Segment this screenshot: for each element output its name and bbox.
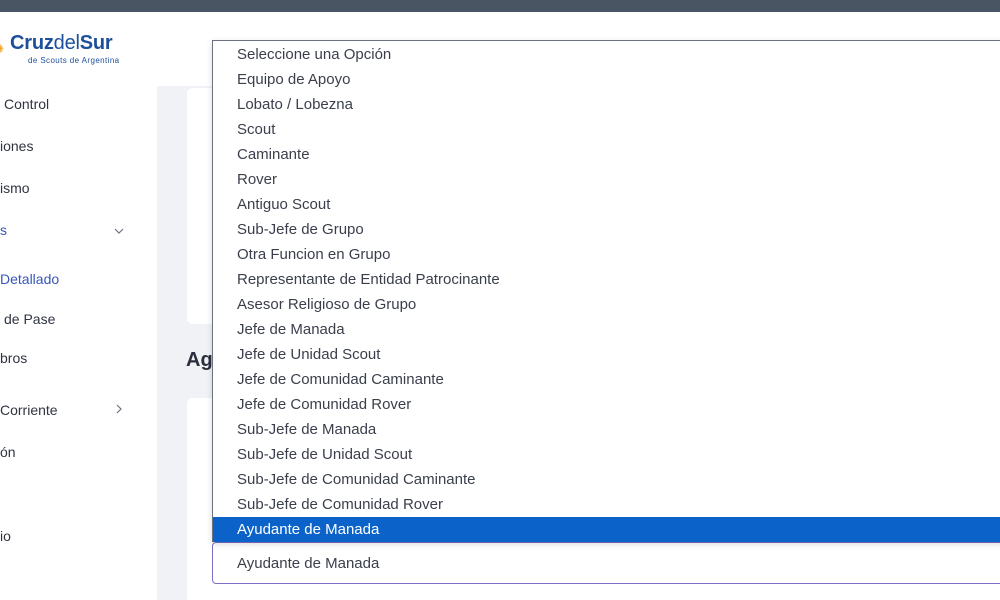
dropdown-option[interactable]: Sub-Jefe de Grupo	[213, 217, 1000, 242]
logo-tagline: de Scouts de Argentina	[28, 56, 120, 65]
dropdown-option[interactable]: Sub-Jefe de Unidad Scout	[213, 442, 1000, 467]
dropdown-option[interactable]: Ayudante de Manada	[213, 517, 1000, 542]
dropdown-option[interactable]: Otra Funcion en Grupo	[213, 242, 1000, 267]
sidebar-subitem-bros[interactable]: bros	[0, 350, 27, 366]
funcion-select[interactable]: Ayudante de Manada	[212, 542, 1000, 584]
dropdown-option[interactable]: Asesor Religioso de Grupo	[213, 292, 1000, 317]
top-bar	[0, 0, 1000, 12]
section-title: Ag	[186, 349, 213, 371]
dropdown-option[interactable]: Jefe de Manada	[213, 317, 1000, 342]
sidebar-item-ismo[interactable]: ismo	[0, 180, 30, 196]
sidebar-item-corriente[interactable]: Corriente	[0, 402, 58, 418]
dropdown-option[interactable]: Representante de Entidad Patrocinante	[213, 267, 1000, 292]
dropdown-option[interactable]: Jefe de Unidad Scout	[213, 342, 1000, 367]
sidebar-item-control[interactable]: Control	[4, 96, 49, 112]
dropdown-option[interactable]: Jefe de Comunidad Caminante	[213, 367, 1000, 392]
funcion-dropdown-list[interactable]: Seleccione una Opción Equipo de Apoyo Loba…	[212, 40, 1000, 542]
dropdown-option[interactable]: Lobato / Lobezna	[213, 92, 1000, 117]
sidebar-item-iones[interactable]: iones	[0, 138, 33, 154]
dropdown-option[interactable]: Equipo de Apoyo	[213, 67, 1000, 92]
dropdown-option[interactable]: Scout	[213, 117, 1000, 142]
sidebar-subitem-detallado[interactable]: Detallado	[0, 271, 59, 287]
brand-logo[interactable]: ✺ CruzdelSur de Scouts de Argentina	[0, 30, 157, 70]
sidebar-subitem-pase[interactable]: de Pase	[4, 311, 55, 327]
star-icon: ✺	[0, 43, 4, 55]
chevron-down-icon[interactable]	[114, 226, 124, 236]
dropdown-option[interactable]: Antiguo Scout	[213, 192, 1000, 217]
sidebar: ✺ CruzdelSur de Scouts de Argentina Cont…	[0, 12, 157, 600]
sidebar-item-on[interactable]: ón	[0, 444, 16, 460]
dropdown-option[interactable]: Rover	[213, 167, 1000, 192]
dropdown-option[interactable]: Seleccione una Opción	[213, 42, 1000, 67]
dropdown-option[interactable]: Jefe de Comunidad Rover	[213, 392, 1000, 417]
dropdown-option[interactable]: Sub-Jefe de Comunidad Rover	[213, 492, 1000, 517]
chevron-right-icon[interactable]	[114, 404, 124, 414]
dropdown-option[interactable]: Sub-Jefe de Comunidad Caminante	[213, 467, 1000, 492]
dropdown-option[interactable]: Sub-Jefe de Manada	[213, 417, 1000, 442]
sidebar-item-io[interactable]: io	[0, 528, 11, 544]
logo-wordmark: CruzdelSur	[10, 32, 113, 54]
dropdown-option[interactable]: Caminante	[213, 142, 1000, 167]
sidebar-item-expanded[interactable]: s	[0, 222, 7, 238]
